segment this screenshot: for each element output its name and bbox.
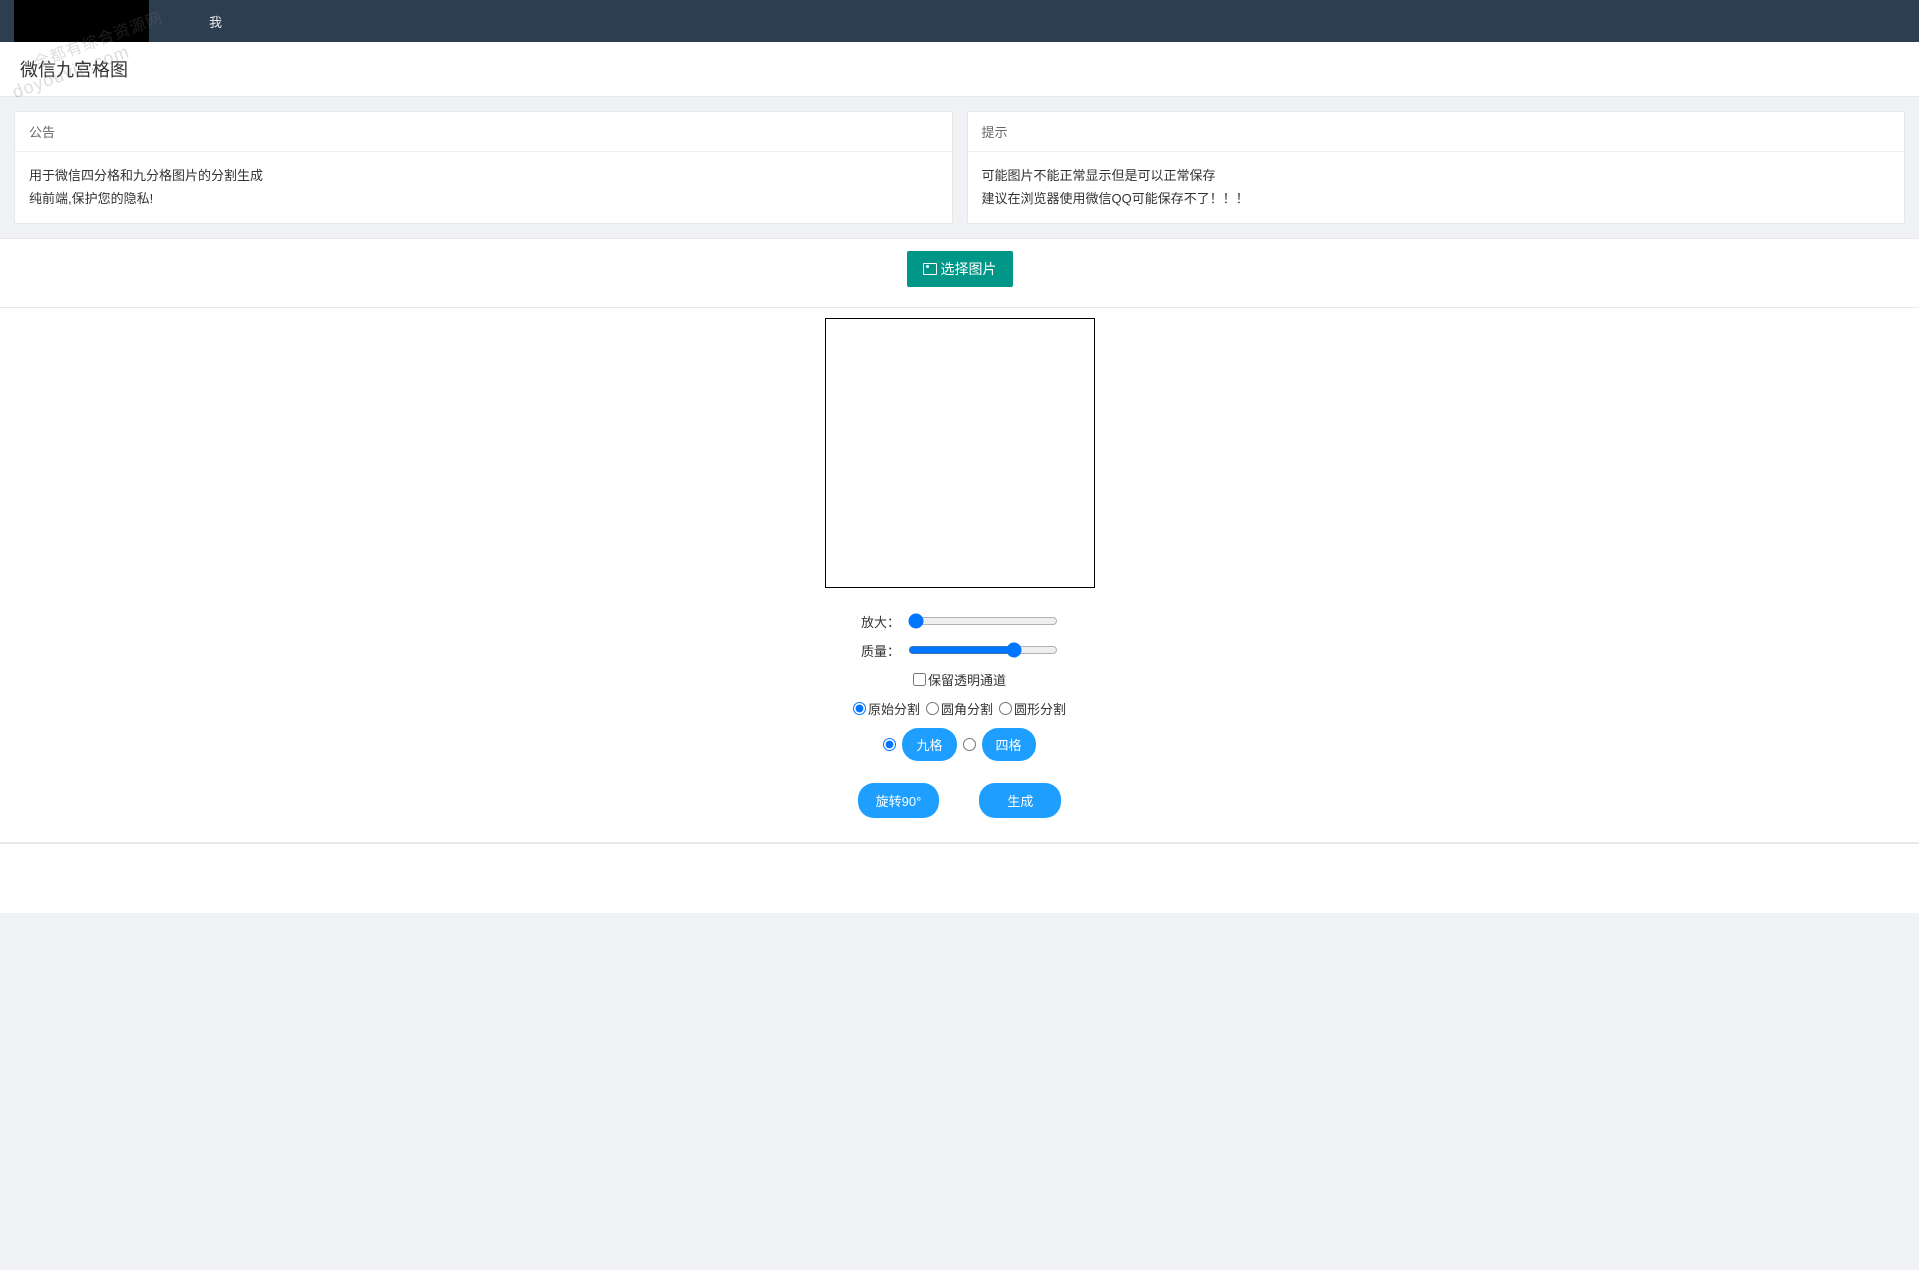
- rotate-button[interactable]: 旋转90°: [858, 783, 940, 818]
- image-icon: [923, 263, 937, 275]
- tip-line2: 建议在浏览器使用微信QQ可能保存不了！！！: [982, 187, 1891, 210]
- quality-slider[interactable]: [908, 642, 1058, 658]
- tip-title: 提示: [968, 112, 1905, 152]
- keep-alpha-checkbox[interactable]: [913, 673, 926, 686]
- quality-label: 质量：: [861, 641, 900, 660]
- keep-alpha-label: 保留透明通道: [928, 670, 1006, 689]
- image-preview-canvas[interactable]: [825, 318, 1095, 588]
- grid-four-button[interactable]: 四格: [982, 728, 1036, 761]
- page-title: 微信九宫格图: [0, 42, 1919, 97]
- split-rounded-label: 圆角分割: [941, 699, 993, 718]
- grid-nine-button[interactable]: 九格: [902, 728, 956, 761]
- notice-card: 公告 用于微信四分格和九分格图片的分割生成 纯前端,保护您的隐私!: [14, 111, 953, 224]
- split-rounded-radio[interactable]: [926, 702, 939, 715]
- nav-me-link[interactable]: 我: [209, 12, 222, 31]
- zoom-slider[interactable]: [908, 613, 1058, 629]
- grid-nine-radio[interactable]: [883, 738, 896, 751]
- split-original-radio[interactable]: [853, 702, 866, 715]
- tip-card: 提示 可能图片不能正常显示但是可以正常保存 建议在浏览器使用微信QQ可能保存不了…: [967, 111, 1906, 224]
- notice-line2: 纯前端,保护您的隐私!: [29, 187, 938, 210]
- choose-image-label: 选择图片: [941, 259, 997, 279]
- tip-line1: 可能图片不能正常显示但是可以正常保存: [982, 164, 1891, 187]
- split-circle-radio[interactable]: [999, 702, 1012, 715]
- notice-title: 公告: [15, 112, 952, 152]
- nav-active-tab[interactable]: [14, 0, 149, 42]
- footer: [0, 843, 1919, 913]
- navbar: 我: [0, 0, 1919, 42]
- choose-image-button[interactable]: 选择图片: [907, 251, 1013, 287]
- generate-button[interactable]: 生成: [979, 783, 1061, 818]
- split-original-label: 原始分割: [868, 699, 920, 718]
- grid-four-radio[interactable]: [963, 738, 976, 751]
- notice-line1: 用于微信四分格和九分格图片的分割生成: [29, 164, 938, 187]
- zoom-label: 放大：: [861, 612, 900, 631]
- split-circle-label: 圆形分割: [1014, 699, 1066, 718]
